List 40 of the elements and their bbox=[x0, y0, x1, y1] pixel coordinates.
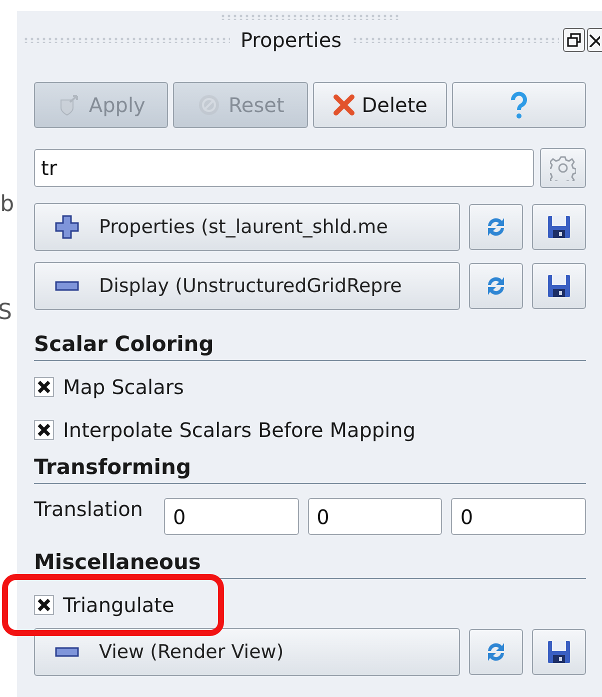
delete-icon bbox=[332, 93, 356, 117]
section-toggle[interactable]: Display (UnstructuredGridRepre bbox=[34, 262, 460, 310]
close-button[interactable] bbox=[587, 28, 602, 52]
cross-mark-icon bbox=[37, 380, 51, 394]
cross-mark-icon bbox=[37, 422, 51, 436]
field-label: Translation bbox=[34, 496, 144, 523]
checkbox-label: Interpolate Scalars Before Mapping bbox=[63, 416, 416, 444]
checkbox[interactable] bbox=[34, 376, 54, 396]
save-button[interactable] bbox=[532, 629, 586, 675]
cross-mark-icon bbox=[37, 598, 51, 612]
panel-title: Properties bbox=[239, 27, 343, 54]
checkbox-label: Map Scalars bbox=[63, 374, 184, 400]
checkbox[interactable] bbox=[34, 420, 54, 440]
number-field[interactable]: 0 bbox=[451, 498, 586, 535]
refresh-button[interactable] bbox=[469, 204, 523, 250]
close-icon bbox=[588, 33, 600, 47]
help-icon bbox=[508, 91, 529, 119]
number-field[interactable]: 0 bbox=[164, 498, 299, 535]
background-text: ib bbox=[0, 191, 14, 219]
checkbox[interactable] bbox=[34, 594, 54, 614]
group-heading: Scalar Coloring bbox=[34, 331, 215, 358]
settings-icon bbox=[550, 155, 576, 181]
refresh-button[interactable] bbox=[469, 629, 523, 675]
search-field[interactable]: tr bbox=[34, 149, 534, 187]
save-button[interactable] bbox=[532, 204, 586, 250]
checkbox-label: Triangulate bbox=[63, 592, 174, 618]
help-button[interactable] bbox=[452, 82, 586, 128]
minus-icon bbox=[55, 647, 79, 657]
group-heading: Miscellaneous bbox=[34, 549, 202, 576]
float-window-icon bbox=[567, 33, 582, 47]
section-toggle[interactable]: Properties (st_laurent_shld.me bbox=[34, 203, 460, 251]
refresh-button[interactable] bbox=[469, 263, 523, 309]
save-button[interactable] bbox=[532, 263, 586, 309]
float-button[interactable] bbox=[563, 28, 586, 52]
section-toggle[interactable]: View (Render View) bbox=[34, 628, 460, 676]
plus-icon bbox=[55, 215, 79, 239]
delete-button[interactable]: Delete bbox=[312, 82, 447, 128]
number-field[interactable]: 0 bbox=[308, 498, 442, 535]
group-heading: Transforming bbox=[34, 454, 192, 481]
minus-icon bbox=[55, 281, 79, 291]
